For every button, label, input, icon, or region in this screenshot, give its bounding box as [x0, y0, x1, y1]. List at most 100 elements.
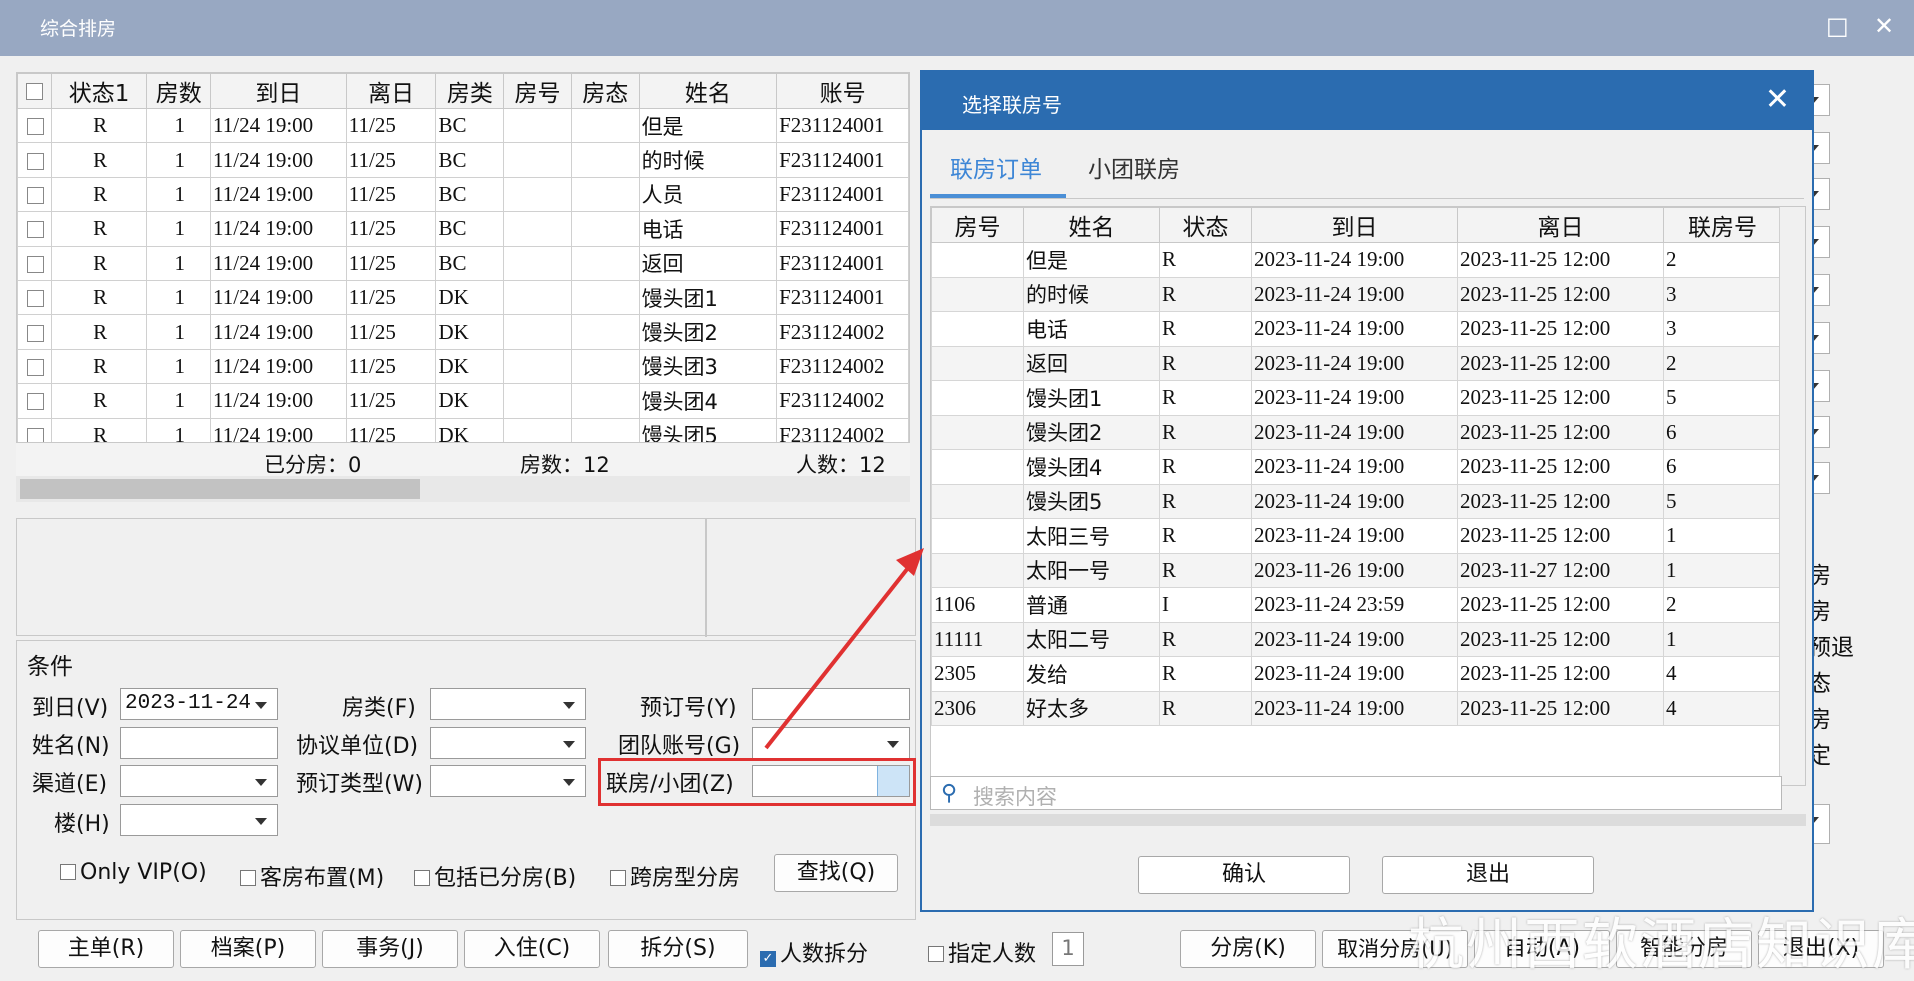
search-icon: ⚲	[941, 781, 958, 806]
checkbox-icon[interactable]	[26, 152, 44, 170]
checkbox-icon[interactable]	[26, 393, 44, 411]
checkin-button[interactable]: 入住(C)	[464, 930, 600, 968]
column-header[interactable]: 姓名	[638, 73, 778, 109]
row-checkbox[interactable]	[17, 314, 52, 350]
checkbox-icon	[240, 870, 256, 886]
table-row[interactable]: R 1 11/24 19:00 11/25 BC 但是 F231124001	[17, 107, 909, 144]
table-cell: 返回	[1023, 345, 1160, 381]
table-row[interactable]: 2305 发给 R 2023-11-24 19:00 2023-11-25 12:00 4	[931, 656, 1782, 692]
assign-people-input[interactable]: 1	[1052, 932, 1084, 966]
checkbox-icon[interactable]	[26, 186, 44, 204]
row-checkbox[interactable]	[17, 348, 52, 385]
column-header[interactable]: 账号	[776, 73, 909, 109]
booktype-select[interactable]	[430, 765, 586, 797]
horizontal-scrollbar[interactable]	[16, 476, 910, 502]
table-cell: 2023-11-24 19:00	[1251, 311, 1458, 347]
arrive-date-select[interactable]: 2023-11-24	[120, 688, 278, 720]
table-row[interactable]: 太阳一号 R 2023-11-26 19:00 2023-11-27 12:00 1	[931, 552, 1782, 588]
close-icon[interactable]: ✕	[1765, 82, 1790, 117]
include-assigned-checkbox[interactable]: 包括已分房(B)	[414, 860, 576, 892]
table-row[interactable]: R 1 11/24 19:00 11/25 DK 馒头团1 F231124001	[17, 279, 909, 316]
find-button[interactable]: 查找(Q)	[774, 854, 898, 892]
table-row[interactable]: 太阳三号 R 2023-11-24 19:00 2023-11-25 12:00 1	[931, 518, 1782, 554]
cross-type-checkbox[interactable]: 跨房型分房	[610, 860, 740, 892]
table-cell: 普通	[1023, 587, 1160, 623]
vertical-scrollbar[interactable]	[1779, 207, 1805, 785]
file-button[interactable]: 档案(P)	[180, 930, 316, 968]
checkbox-icon[interactable]	[26, 118, 44, 136]
checkbox-icon[interactable]	[26, 221, 44, 239]
roomtype-select[interactable]	[430, 688, 586, 720]
table-row[interactable]: 返回 R 2023-11-24 19:00 2023-11-25 12:00 2	[931, 345, 1782, 381]
table-row[interactable]: R 1 11/24 19:00 11/25 DK 馒头团4 F231124002	[17, 383, 909, 419]
affairs-button[interactable]: 事务(J)	[322, 930, 458, 968]
people-split-checkbox[interactable]: ✓ 人数拆分	[760, 936, 868, 968]
layout-checkbox[interactable]: 客房布置(M)	[240, 860, 384, 892]
table-row[interactable]: R 1 11/24 19:00 11/25 BC 返回 F231124001	[17, 245, 909, 281]
checkbox-icon[interactable]	[26, 290, 44, 308]
table-row[interactable]: R 1 11/24 19:00 11/25 BC 人员 F231124001	[17, 176, 909, 213]
row-checkbox[interactable]	[17, 176, 52, 213]
table-row[interactable]: 1106 普通 I 2023-11-24 23:59 2023-11-25 12:00 2	[931, 587, 1782, 623]
column-header[interactable]: 状态1	[50, 73, 148, 109]
column-header[interactable]: 房号	[931, 207, 1024, 243]
table-cell: 2023-11-24 19:00	[1251, 690, 1458, 726]
channel-select[interactable]	[120, 765, 278, 797]
table-row[interactable]: R 1 11/24 19:00 11/25 DK 馒头团2 F231124002	[17, 314, 909, 350]
table-row[interactable]: 电话 R 2023-11-24 19:00 2023-11-25 12:00 3	[931, 311, 1782, 347]
main-order-button[interactable]: 主单(R)	[38, 930, 174, 968]
dialog-exit-button[interactable]: 退出	[1382, 856, 1594, 894]
assign-button[interactable]: 分房(K)	[1180, 930, 1316, 968]
row-checkbox[interactable]	[17, 142, 52, 178]
table-row[interactable]: 但是 R 2023-11-24 19:00 2023-11-25 12:00 2	[931, 242, 1782, 278]
column-header[interactable]: 离日	[1457, 207, 1664, 243]
dialog-hscrollbar[interactable]	[930, 814, 1806, 826]
row-checkbox[interactable]	[17, 279, 52, 316]
table-row[interactable]: R 1 11/24 19:00 11/25 BC 电话 F231124001	[17, 211, 909, 247]
table-row[interactable]: 的时候 R 2023-11-24 19:00 2023-11-25 12:00 3	[931, 276, 1782, 312]
tab-linked-orders[interactable]: 联房订单	[950, 150, 1042, 184]
column-header[interactable]: 到日	[210, 73, 347, 109]
table-row[interactable]: 馒头团2 R 2023-11-24 19:00 2023-11-25 12:00 6	[931, 414, 1782, 450]
row-checkbox[interactable]	[17, 211, 52, 247]
table-row[interactable]: 2306 好太多 R 2023-11-24 19:00 2023-11-25 12:00…	[931, 690, 1782, 726]
confirm-button[interactable]: 确认	[1138, 856, 1350, 894]
table-row[interactable]: 11111 太阳二号 R 2023-11-24 19:00 2023-11-25 12:…	[931, 621, 1782, 657]
assign-people-checkbox[interactable]: 指定人数	[928, 936, 1036, 968]
checkbox-icon[interactable]	[26, 324, 44, 342]
split-button[interactable]: 拆分(S)	[608, 930, 748, 968]
table-row[interactable]: 馒头团5 R 2023-11-24 19:00 2023-11-25 12:00 5	[931, 483, 1782, 519]
building-select[interactable]	[120, 804, 278, 836]
table-row[interactable]: 馒头团4 R 2023-11-24 19:00 2023-11-25 12:00 6	[931, 449, 1782, 485]
table-row[interactable]: R 1 11/24 19:00 11/25 BC 的时候 F231124001	[17, 142, 909, 178]
checkbox-icon[interactable]	[25, 83, 43, 100]
column-header[interactable]: 房类	[435, 73, 505, 109]
select-all-header[interactable]	[17, 73, 52, 109]
onlyvip-checkbox[interactable]: Only VIP(O)	[60, 860, 207, 885]
table-cell: 馒头团4	[638, 383, 778, 419]
row-checkbox[interactable]	[17, 107, 52, 144]
column-header[interactable]: 姓名	[1023, 207, 1160, 243]
column-header[interactable]: 房号	[503, 73, 572, 109]
column-header[interactable]: 离日	[345, 73, 437, 109]
maximize-icon[interactable]: □	[1826, 12, 1849, 40]
table-row[interactable]: 馒头团1 R 2023-11-24 19:00 2023-11-25 12:00 5	[931, 380, 1782, 416]
bookno-input[interactable]	[752, 688, 910, 720]
name-input[interactable]	[120, 727, 278, 759]
agreement-select[interactable]	[430, 727, 586, 759]
checkbox-icon[interactable]	[26, 255, 44, 273]
column-header[interactable]: 联房号	[1663, 207, 1782, 243]
tab-small-group[interactable]: 小团联房	[1088, 150, 1180, 184]
search-input[interactable]: ⚲ 搜索内容	[930, 776, 1782, 810]
close-icon[interactable]: ✕	[1874, 12, 1894, 40]
row-checkbox[interactable]	[17, 245, 52, 281]
column-header[interactable]: 状态	[1159, 207, 1252, 243]
table-row[interactable]: R 1 11/24 19:00 11/25 DK 馒头团3 F231124002	[17, 348, 909, 385]
scroll-thumb[interactable]	[20, 479, 420, 499]
groupacct-select[interactable]	[752, 727, 910, 759]
column-header[interactable]: 房数	[146, 73, 212, 109]
checkbox-icon[interactable]	[26, 358, 44, 376]
column-header[interactable]: 房态	[570, 73, 640, 109]
row-checkbox[interactable]	[17, 383, 52, 419]
column-header[interactable]: 到日	[1251, 207, 1458, 243]
